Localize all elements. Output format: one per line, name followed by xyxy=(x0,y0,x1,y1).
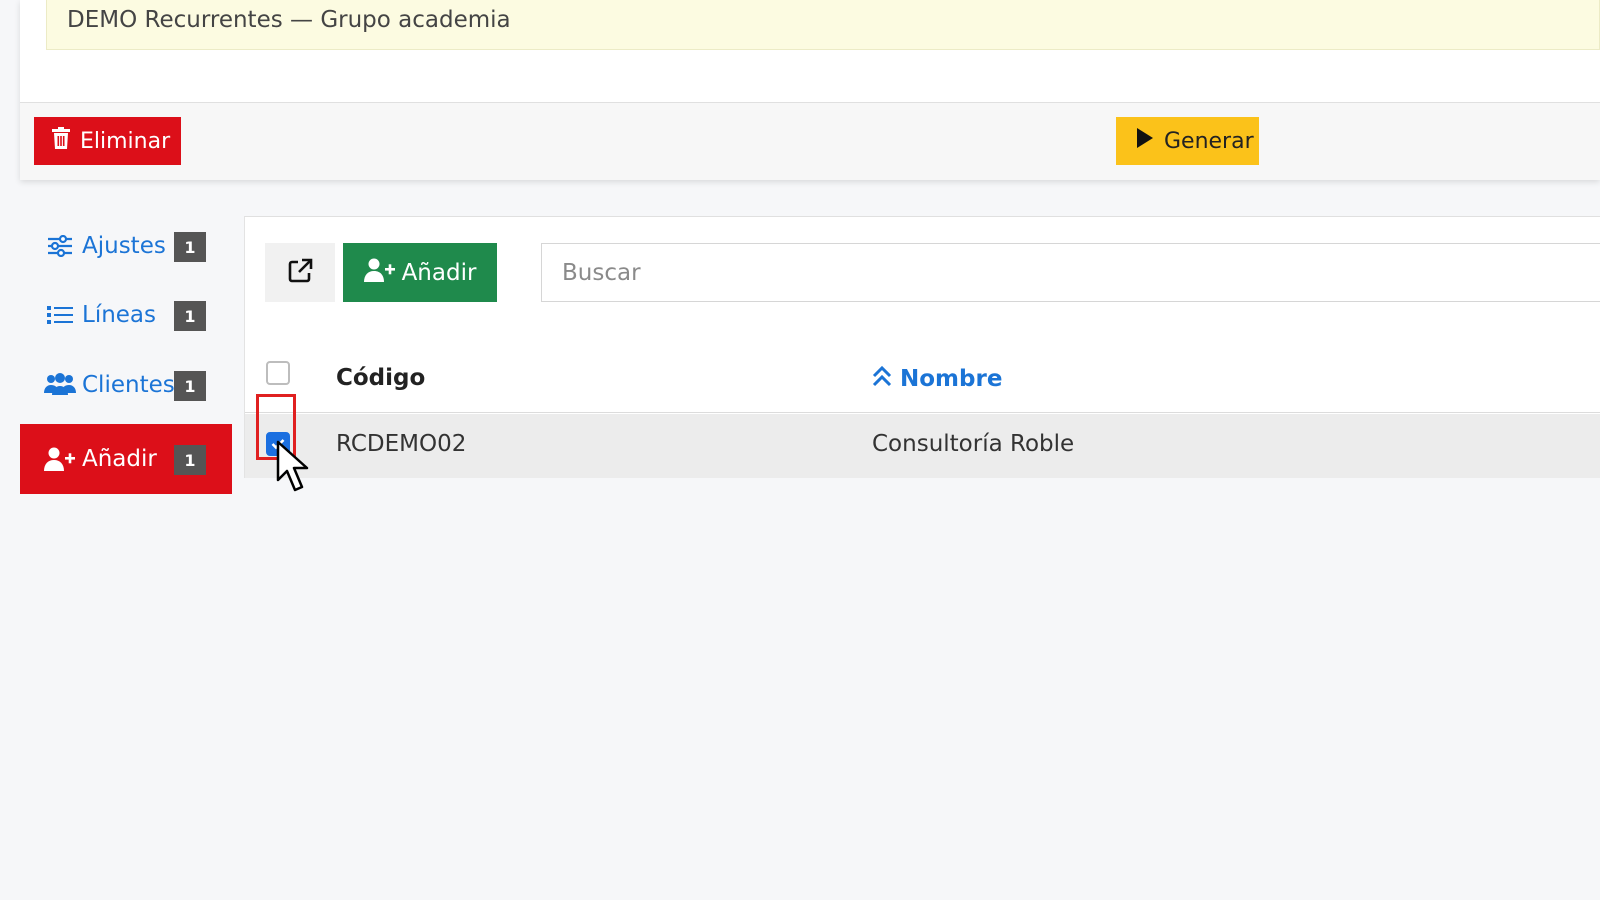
count-badge: 1 xyxy=(174,232,206,262)
table-row[interactable]: RCDEMO02 Consultoría Roble xyxy=(245,414,1600,478)
sidebar-item-anadir[interactable]: Añadir 1 xyxy=(20,424,232,494)
generate-button-label: Generar xyxy=(1164,128,1254,154)
sidebar-item-ajustes[interactable]: Ajustes 1 xyxy=(20,211,232,281)
sidebar-item-lineas[interactable]: Líneas 1 xyxy=(20,280,232,350)
column-header-nombre[interactable]: Nombre xyxy=(872,365,1002,393)
sidebar-item-label: Líneas xyxy=(82,302,157,328)
user-plus-icon xyxy=(44,447,76,471)
trash-icon xyxy=(52,127,70,155)
clients-panel: Añadir Código Nombre RCDEMO02 Consultorí… xyxy=(244,216,1600,478)
cell-nombre: Consultoría Roble xyxy=(872,431,1075,457)
sidebar-item-label: Añadir xyxy=(82,446,157,472)
add-client-button-label: Añadir xyxy=(401,259,477,286)
sidebar-item-label: Clientes xyxy=(82,372,175,398)
sidebar-item-label: Ajustes xyxy=(82,233,166,259)
open-external-button[interactable] xyxy=(265,243,335,302)
user-plus-icon xyxy=(363,258,396,288)
document-title-notice: DEMO Recurrentes — Grupo academia xyxy=(46,0,1600,50)
document-card: DEMO Recurrentes — Grupo academia Elimin… xyxy=(20,0,1600,180)
table-header: Código Nombre xyxy=(245,349,1600,413)
sidebar-item-clientes[interactable]: Clientes 1 xyxy=(20,350,232,420)
column-header-label: Nombre xyxy=(900,366,1003,392)
generate-button[interactable]: Generar xyxy=(1116,117,1259,165)
search-input[interactable] xyxy=(541,243,1600,302)
select-all-checkbox[interactable] xyxy=(266,361,290,385)
count-badge: 1 xyxy=(174,371,206,401)
count-badge: 1 xyxy=(174,445,206,475)
delete-button[interactable]: Eliminar xyxy=(34,117,181,165)
action-bar: Eliminar Generar xyxy=(20,102,1600,180)
sort-ascending-icon xyxy=(872,365,892,393)
sliders-icon xyxy=(44,235,76,257)
list-icon xyxy=(44,304,76,326)
delete-button-label: Eliminar xyxy=(80,128,171,154)
cell-codigo: RCDEMO02 xyxy=(336,431,467,457)
play-icon xyxy=(1136,127,1154,155)
row-checkbox[interactable] xyxy=(266,432,290,456)
users-icon xyxy=(44,373,76,397)
column-header-codigo[interactable]: Código xyxy=(336,365,425,391)
external-link-icon xyxy=(286,257,314,289)
add-client-button[interactable]: Añadir xyxy=(343,243,497,302)
count-badge: 1 xyxy=(174,301,206,331)
